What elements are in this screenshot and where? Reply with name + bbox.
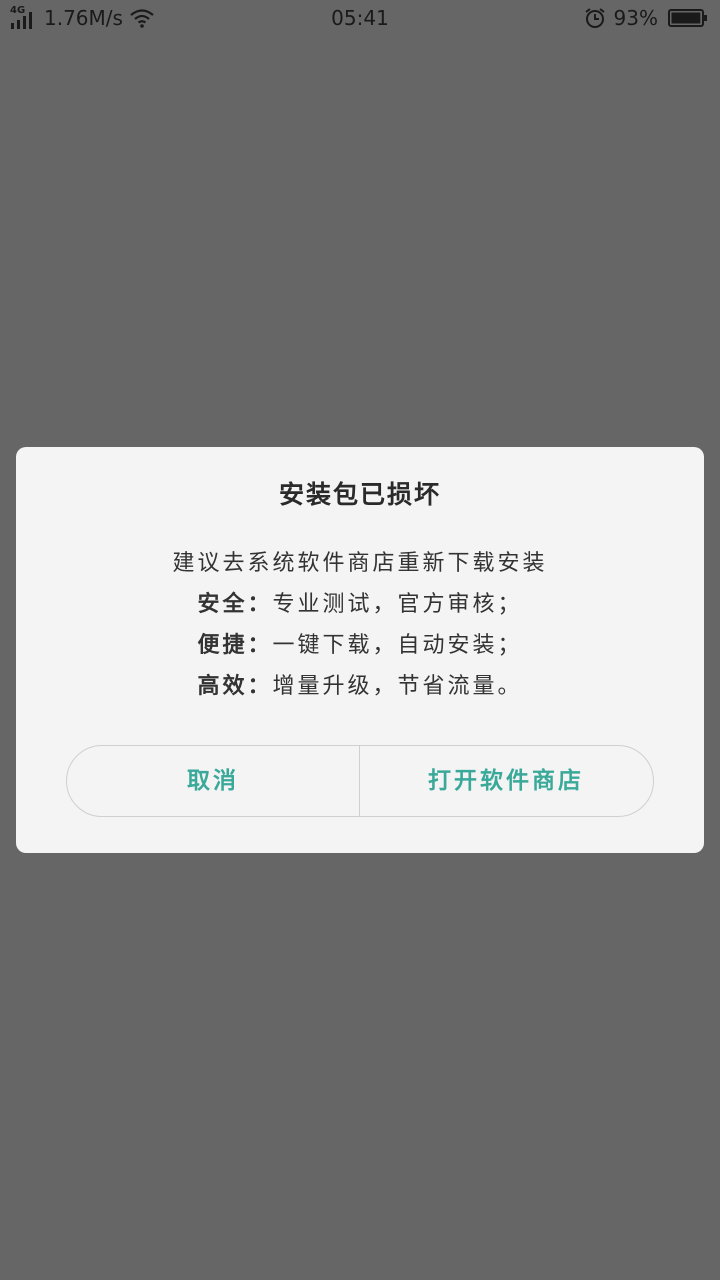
screen: 4G 1.76M/s 05:41 93% 安装包已损坏 建议去系统软件商店重新下… — [0, 0, 720, 1280]
dialog-button-group: 取消 打开软件商店 — [66, 745, 654, 817]
feature-line: 高效：增量升级，节省流量。 — [16, 666, 704, 707]
status-right: 93% — [584, 4, 708, 32]
install-error-dialog: 安装包已损坏 建议去系统软件商店重新下载安装 安全：专业测试，官方审核； 便捷：… — [16, 447, 704, 853]
alarm-icon — [584, 8, 605, 28]
feature-text: 专业测试，官方审核； — [272, 592, 523, 617]
dialog-title: 安装包已损坏 — [278, 480, 441, 509]
feature-key: 高效： — [197, 674, 273, 699]
dialog-message-line: 建议去系统软件商店重新下载安装 — [172, 551, 548, 576]
feature-line: 安全：专业测试，官方审核； — [16, 584, 704, 625]
status-bar: 4G 1.76M/s 05:41 93% — [0, 0, 720, 36]
feature-text: 一键下载，自动安装； — [272, 633, 523, 658]
battery-icon — [668, 9, 707, 27]
dialog-message: 建议去系统软件商店重新下载安装 安全：专业测试，官方审核； 便捷：一键下载，自动… — [16, 543, 704, 707]
feature-text: 增量升级，节省流量。 — [272, 674, 523, 699]
cancel-button[interactable]: 取消 — [67, 746, 360, 816]
feature-key: 安全： — [197, 592, 273, 617]
open-app-store-button[interactable]: 打开软件商店 — [360, 746, 652, 816]
feature-line: 便捷：一键下载，自动安装； — [16, 625, 704, 666]
feature-key: 便捷： — [197, 633, 273, 658]
battery-percent: 93% — [613, 6, 658, 30]
